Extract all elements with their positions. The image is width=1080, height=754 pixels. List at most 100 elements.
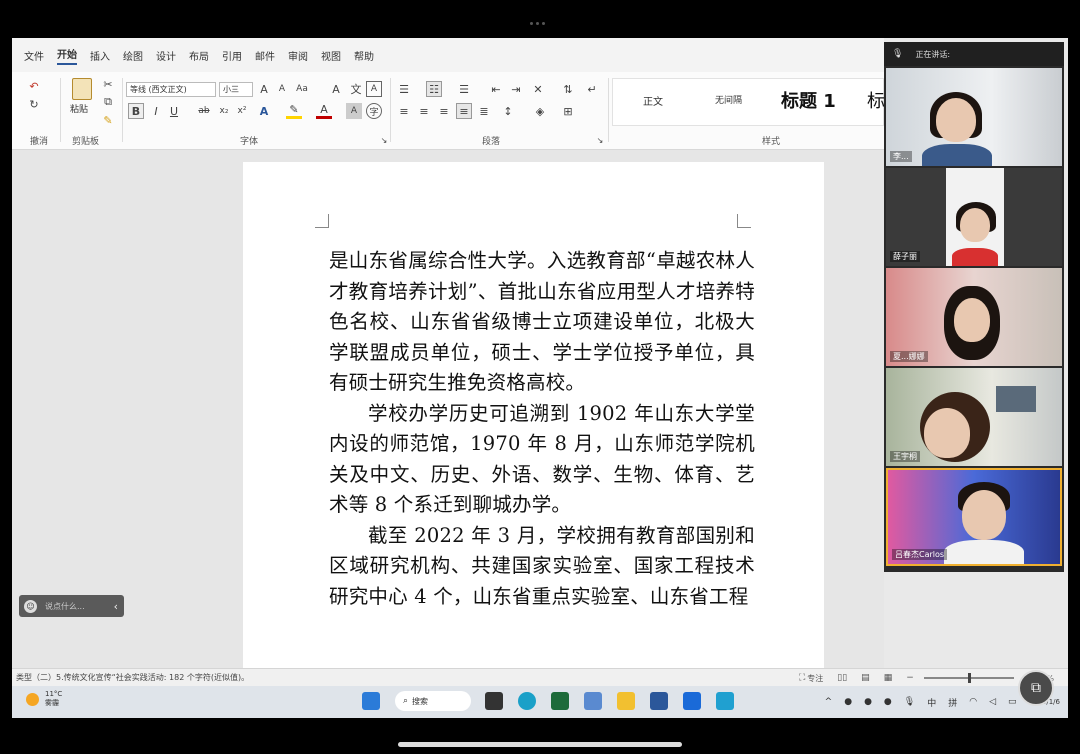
windows-start-icon[interactable] xyxy=(362,692,380,710)
superscript-button[interactable]: x² xyxy=(234,103,250,119)
mic-icon[interactable]: 🎙 xyxy=(904,697,915,707)
tab-file[interactable]: 文件 xyxy=(24,48,44,63)
cut-icon[interactable]: ✂ xyxy=(100,76,116,92)
tab-review[interactable]: 审阅 xyxy=(288,48,308,63)
style-heading-1[interactable]: 标题 1 xyxy=(781,87,836,113)
increase-indent-icon[interactable]: ⇥ xyxy=(508,81,524,97)
style-normal[interactable]: 正文 xyxy=(643,93,663,108)
chinese-layout-icon[interactable]: ✕ xyxy=(530,81,546,97)
zoom-thumb[interactable] xyxy=(967,673,971,683)
align-right-icon[interactable]: ≡ xyxy=(436,103,452,119)
battery-icon[interactable]: ▭ xyxy=(1008,697,1017,707)
text-effects-icon[interactable]: A xyxy=(256,103,272,119)
font-size-dropdown[interactable]: 小三 xyxy=(219,82,253,97)
tray-app-icon[interactable]: ● xyxy=(844,697,852,707)
file-explorer-icon[interactable] xyxy=(617,692,635,710)
paragraph[interactable]: 学校办学历史可追溯到 1902 年山东大学堂内设的师范馆，1970 年 8 月，… xyxy=(329,399,755,521)
read-mode-icon[interactable]: ▯▯ xyxy=(837,673,847,683)
participant-tile[interactable]: 吕春杰Carlos xyxy=(886,468,1062,566)
sort-icon[interactable]: ⇅ xyxy=(560,81,576,97)
document-area[interactable]: 是山东省属综合性大学。入选教育部“卓越农林人才教育培养计划”、首批山东省应用型人… xyxy=(12,150,884,672)
home-indicator[interactable] xyxy=(398,742,682,747)
undo-icon[interactable]: ↶ xyxy=(26,78,42,94)
italic-button[interactable]: I xyxy=(148,103,164,119)
chat-input-placeholder[interactable]: 说点什么... xyxy=(45,601,114,612)
document-body[interactable]: 是山东省属综合性大学。入选教育部“卓越农林人才教育培养计划”、首批山东省应用型人… xyxy=(329,246,755,612)
chat-app-icon[interactable] xyxy=(716,692,734,710)
shading-icon[interactable]: ◈ xyxy=(532,103,548,119)
wifi-icon[interactable]: ◠ xyxy=(969,697,977,707)
chevron-up-icon[interactable]: ^ xyxy=(825,697,833,707)
print-layout-icon[interactable]: ▤ xyxy=(861,673,870,683)
volume-icon[interactable]: ◁ xyxy=(989,697,996,707)
multilevel-list-icon[interactable]: ☰ xyxy=(456,81,472,97)
zoom-out-icon[interactable]: − xyxy=(906,673,914,683)
document-page[interactable]: 是山东省属综合性大学。入选教育部“卓越农林人才教育培养计划”、首批山东省应用型人… xyxy=(243,162,824,672)
app-icon[interactable] xyxy=(683,692,701,710)
tab-draw[interactable]: 绘图 xyxy=(123,48,143,63)
grow-font-icon[interactable]: A xyxy=(256,81,272,97)
clear-format-icon[interactable]: A xyxy=(328,81,344,97)
ime-pinyin[interactable]: 拼 xyxy=(948,696,957,709)
chat-input-pill[interactable]: ☺ 说点什么... ‹ xyxy=(19,595,124,617)
align-center-icon[interactable]: ≡ xyxy=(416,103,432,119)
paragraph[interactable]: 截至 2022 年 3 月，学校拥有教育部国别和区域研究机构、共建国家实验室、国… xyxy=(329,521,755,613)
font-name-dropdown[interactable]: 等线 (西文正文) xyxy=(126,82,216,97)
participant-tile[interactable]: 夏...娜娜 xyxy=(886,268,1062,366)
underline-button[interactable]: U xyxy=(166,103,182,119)
phonetic-icon[interactable]: 文 xyxy=(348,81,364,97)
task-view-icon[interactable] xyxy=(485,692,503,710)
clipboard-icon[interactable] xyxy=(72,78,92,100)
tab-help[interactable]: 帮助 xyxy=(354,48,374,63)
bold-button[interactable]: B xyxy=(128,103,144,119)
line-spacing-icon[interactable]: ↕ xyxy=(500,103,516,119)
strikethrough-button[interactable]: ab xyxy=(196,103,212,119)
meeting-app-icon[interactable] xyxy=(584,692,602,710)
tray-app-icon[interactable]: ● xyxy=(864,697,872,707)
chevron-left-icon[interactable]: ‹ xyxy=(114,600,118,613)
edge-icon[interactable] xyxy=(518,692,536,710)
tab-design[interactable]: 设计 xyxy=(156,48,176,63)
copy-icon[interactable]: ⧉ xyxy=(100,94,116,110)
justify-icon[interactable]: ≡ xyxy=(456,103,472,119)
store-icon[interactable] xyxy=(551,692,569,710)
subscript-button[interactable]: x₂ xyxy=(216,103,232,119)
paste-button[interactable]: 粘贴 xyxy=(70,102,88,115)
show-marks-icon[interactable]: ↵ xyxy=(584,81,600,97)
screenshot-icon[interactable]: ⧉ xyxy=(1018,670,1054,706)
change-case-icon[interactable]: Aa xyxy=(294,81,310,97)
participant-tile[interactable]: 李... xyxy=(886,68,1062,166)
redo-icon[interactable]: ↻ xyxy=(26,96,42,112)
numbering-icon[interactable]: ☷ xyxy=(426,81,442,97)
font-color-icon[interactable]: A xyxy=(316,103,332,119)
highlight-icon[interactable]: ✎ xyxy=(286,103,302,119)
participant-tile[interactable]: 薛子丽 xyxy=(886,168,1062,266)
emoji-icon[interactable]: ☺ xyxy=(24,599,37,613)
decrease-indent-icon[interactable]: ⇤ xyxy=(488,81,504,97)
tab-view[interactable]: 视图 xyxy=(321,48,341,63)
distributed-icon[interactable]: ≣ xyxy=(476,103,492,119)
borders-icon[interactable]: ⊞ xyxy=(560,103,576,119)
enclose-char-icon[interactable]: 字 xyxy=(366,103,382,119)
tab-mailings[interactable]: 邮件 xyxy=(255,48,275,63)
paragraph-dialog-launcher-icon[interactable]: ↘ xyxy=(592,132,608,148)
tab-references[interactable]: 引用 xyxy=(222,48,242,63)
tab-insert[interactable]: 插入 xyxy=(90,48,110,63)
bullets-icon[interactable]: ☰ xyxy=(396,81,412,97)
paragraph[interactable]: 是山东省属综合性大学。入选教育部“卓越农林人才教育培养计划”、首批山东省应用型人… xyxy=(329,246,755,399)
web-layout-icon[interactable]: ▦ xyxy=(884,673,893,683)
format-painter-icon[interactable]: ✎ xyxy=(100,112,116,128)
word-icon[interactable] xyxy=(650,692,668,710)
style-heading-2[interactable]: 标 xyxy=(867,87,885,113)
tray-app-icon[interactable]: ● xyxy=(884,697,892,707)
focus-icon[interactable]: ⛶ xyxy=(799,673,805,683)
tab-home[interactable]: 开始 xyxy=(57,46,77,65)
zoom-slider[interactable] xyxy=(923,673,1014,683)
focus-label[interactable]: 专注 xyxy=(807,673,823,684)
shrink-font-icon[interactable]: A xyxy=(274,81,290,97)
taskbar-search[interactable]: ⌕ 搜索 xyxy=(395,691,471,711)
char-border-icon[interactable]: A xyxy=(366,81,382,97)
participant-tile[interactable]: 王宇桐 xyxy=(886,368,1062,466)
style-no-spacing[interactable]: 无间隔 xyxy=(715,93,742,106)
align-left-icon[interactable]: ≡ xyxy=(396,103,412,119)
